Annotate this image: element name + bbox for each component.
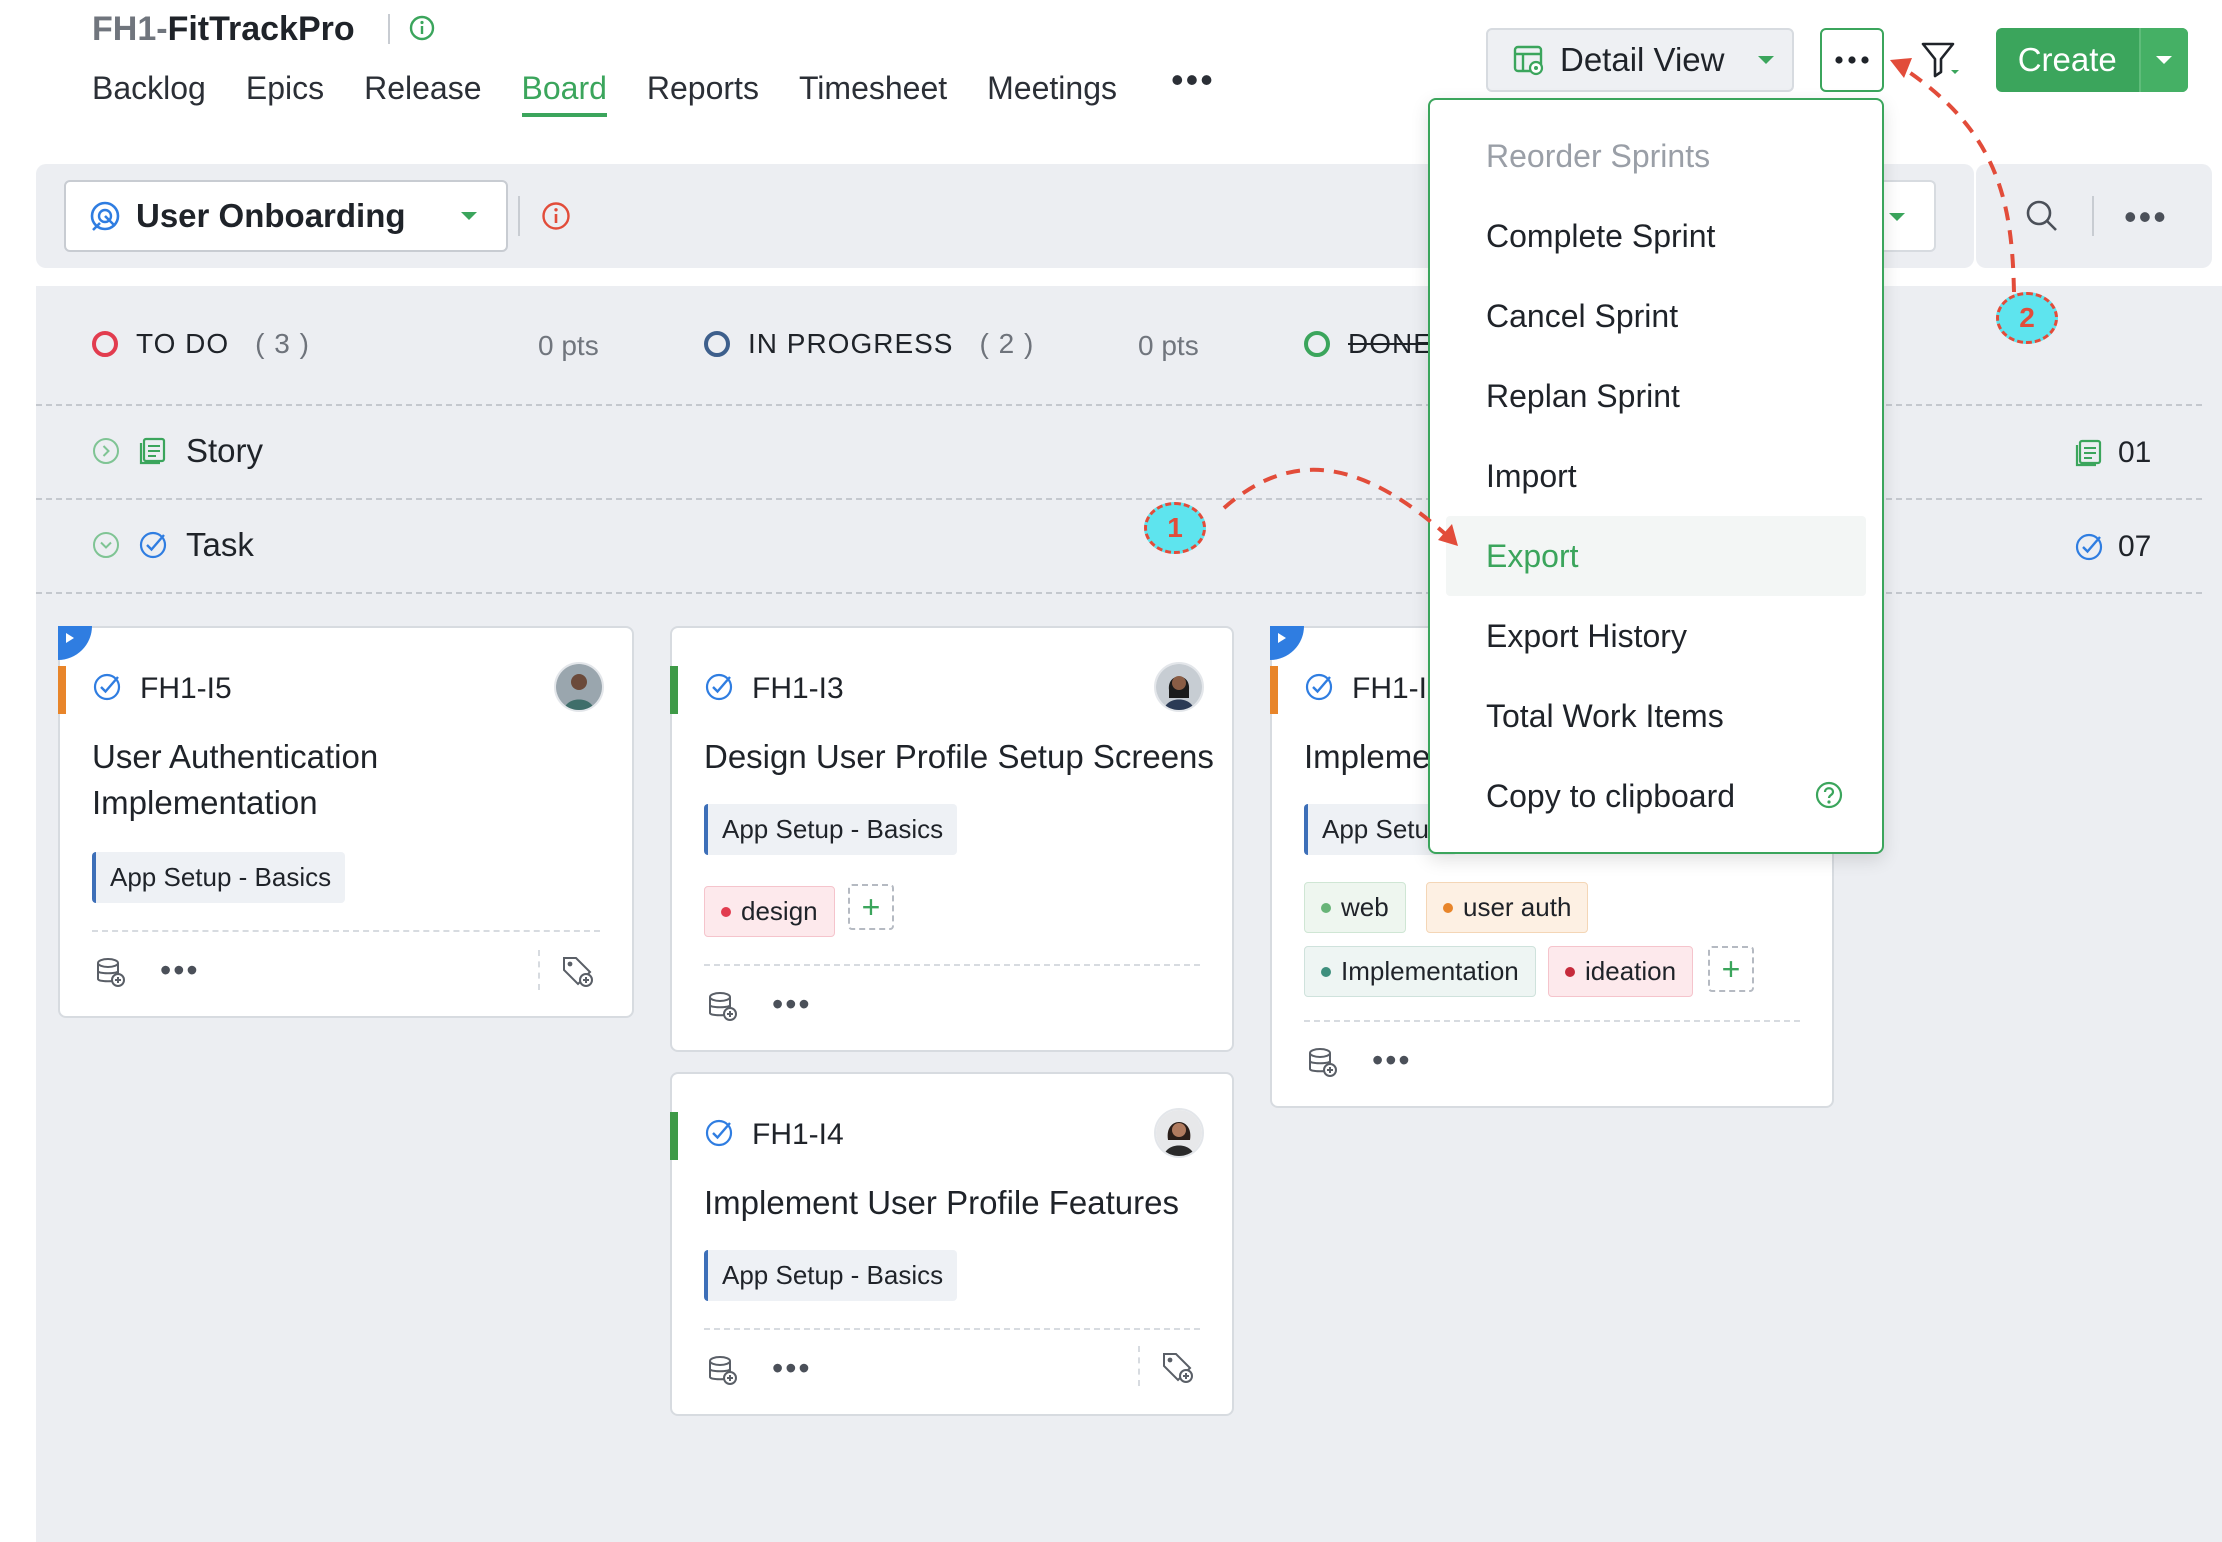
- annotation-arrows: [1222, 58, 2016, 546]
- step-badge-2: 2: [1996, 292, 2058, 344]
- step-badge-1: 1: [1144, 502, 1206, 554]
